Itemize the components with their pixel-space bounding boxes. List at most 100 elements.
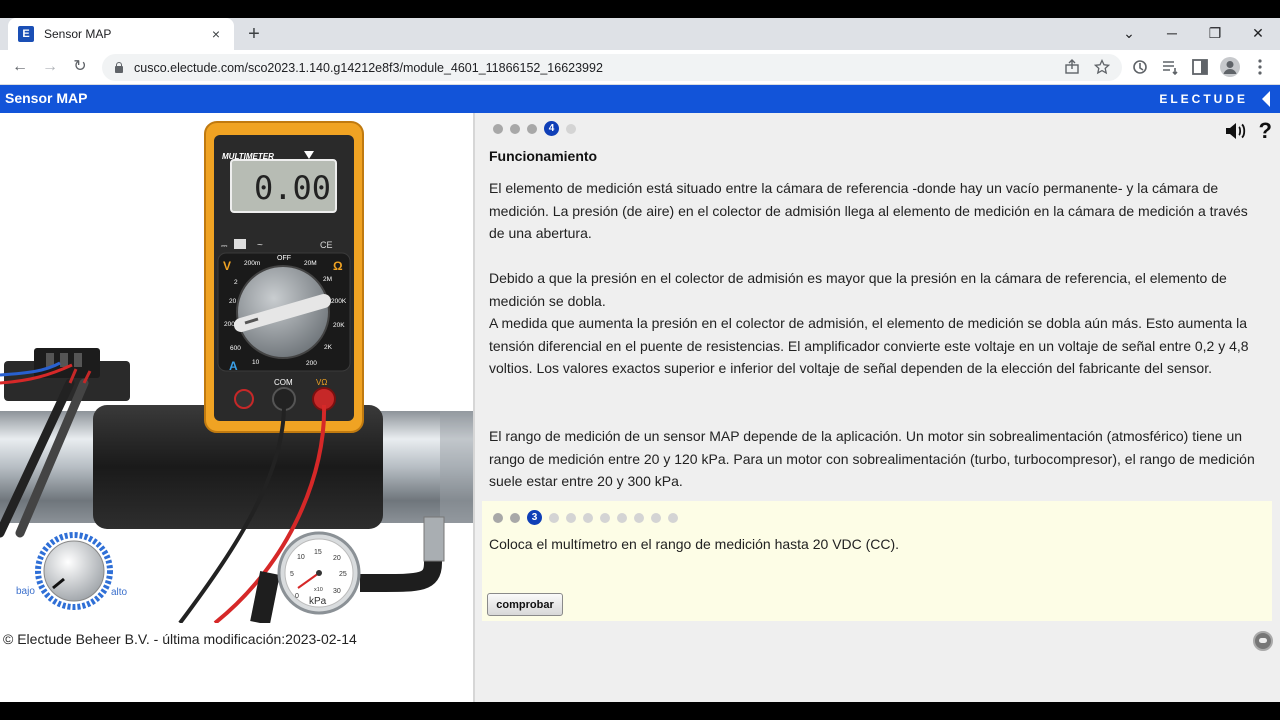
tab-search-chevron-down-icon[interactable]: ⌄ [1117,22,1141,44]
share-icon[interactable] [1064,59,1080,75]
svg-text:~: ~ [257,240,263,251]
volts-label: V [223,259,231,273]
letterbox-top [0,0,1280,18]
svg-text:0: 0 [295,593,299,600]
task-dot[interactable] [668,512,678,523]
task-dot[interactable] [493,512,503,523]
bookmark-star-icon[interactable] [1094,59,1110,75]
gauge-unit: kPa [309,596,327,607]
paragraph: A medida que aumenta la presión en el co… [489,315,1249,377]
svg-text:30: 30 [333,588,341,595]
electude-favicon-icon: E [18,26,34,42]
check-button[interactable]: comprobar [487,593,563,616]
ce-mark: CE [320,240,333,250]
help-icon[interactable]: ? [1259,118,1272,144]
feedback-chat-icon[interactable] [1253,631,1273,651]
simulation-panel: MULTIMETER 0.00 ⎓ ~ CE V Ω OFF 200m 20 2… [0,113,473,702]
progress-dot[interactable] [566,123,576,134]
progress-dot[interactable] [527,123,537,134]
svg-text:2: 2 [234,279,238,286]
svg-text:600: 600 [230,345,241,352]
browser-toolbar: ← → ↻ cusco.electude.com/sco2023.1.140.g… [0,50,1280,85]
tab-close-icon[interactable]: × [208,26,224,42]
minimize-button[interactable]: ─ [1160,22,1184,44]
forward-button[interactable]: → [39,56,61,78]
app-header: Sensor MAP ELECTUDE [0,85,1280,113]
progress-dot-current[interactable]: 4 [544,121,559,136]
gauge-hose [360,523,442,592]
task-dot[interactable] [549,512,559,523]
multimeter[interactable]: MULTIMETER 0.00 ⎓ ~ CE V Ω OFF 200m 20 2… [204,121,364,433]
back-button[interactable]: ← [9,56,31,78]
task-dot[interactable] [566,512,576,523]
task-progress-dots: 3 [493,510,678,525]
pipe-end [440,411,473,523]
knob-high-label: alto [111,587,128,598]
off-label: OFF [277,255,291,262]
svg-text:10: 10 [297,554,305,561]
page-progress-dots: 4 [493,121,576,136]
speaker-icon[interactable] [1224,121,1246,141]
svg-text:20: 20 [333,555,341,562]
task-dot[interactable] [617,512,627,523]
svg-text:20: 20 [229,298,237,305]
svg-text:⎓: ⎓ [221,241,228,250]
new-tab-button[interactable]: + [244,23,264,45]
svg-text:2M: 2M [323,276,332,283]
amp-jack[interactable] [234,389,254,409]
close-window-button[interactable]: ✕ [1246,22,1270,44]
app-title: Sensor MAP [5,90,88,106]
svg-text:25: 25 [339,571,347,578]
com-label: COM [274,378,293,387]
letterbox-bottom [0,702,1280,720]
svg-text:x10: x10 [314,587,323,593]
task-dot[interactable] [583,512,593,523]
task-dot[interactable] [651,512,661,523]
svg-text:5: 5 [290,571,294,578]
reload-button[interactable]: ↻ [69,56,91,78]
paragraph: El rango de medición de un sensor MAP de… [489,428,1255,490]
svg-text:15: 15 [314,549,322,556]
electude-logo: ELECTUDE [1159,92,1248,106]
svg-text:2K: 2K [324,344,333,351]
copyright-text: © Electude Beheer B.V. - última modifica… [3,631,357,647]
tab-title: Sensor MAP [44,27,112,41]
task-dot[interactable] [510,512,520,523]
svg-text:200K: 200K [331,298,347,305]
kebab-menu-icon[interactable] [1250,57,1270,77]
paragraph: Debido a que la presión en el colector d… [489,270,1227,309]
address-bar[interactable]: cusco.electude.com/sco2023.1.140.g14212e… [102,54,1122,81]
svg-text:200: 200 [224,321,235,328]
collapse-panel-arrow-icon[interactable] [1262,91,1270,107]
svg-text:20K: 20K [333,322,345,329]
svg-text:20M: 20M [304,260,317,267]
paragraph: El elemento de medición está situado ent… [489,180,1248,242]
task-dot[interactable] [600,512,610,523]
content-panel: 4 ? Funcionamiento El elemento de medici… [475,113,1280,702]
simulation-scene: MULTIMETER 0.00 ⎓ ~ CE V Ω OFF 200m 20 2… [0,121,473,623]
reading-list-icon[interactable] [1160,57,1180,77]
task-dot-current[interactable]: 3 [527,510,542,525]
pressure-gauge: 0 5 10 15 20 25 30 x10 kPa [277,531,361,615]
task-box: 3 Coloca el multímetro en el rango de me… [482,501,1272,621]
browser-tabstrip: E Sensor MAP × + ⌄ ─ ❐ ✕ [0,18,1280,50]
svg-text:10: 10 [252,359,260,366]
progress-dot[interactable] [510,123,520,134]
browser-tab-sensor-map[interactable]: E Sensor MAP × [8,18,234,50]
pressure-control-knob[interactable] [35,532,113,610]
progress-dot[interactable] [493,123,503,134]
task-instruction: Coloca el multímetro en el rango de medi… [489,536,900,552]
profile-avatar-icon[interactable] [1220,57,1240,77]
svg-text:200m: 200m [244,260,260,267]
lock-icon [114,62,124,73]
task-dot[interactable] [634,512,644,523]
restore-button[interactable]: ❐ [1203,22,1227,44]
vohm-label: VΩ [316,378,327,387]
extension-icon[interactable] [1130,57,1150,77]
svg-text:200: 200 [306,360,317,367]
url-text: cusco.electude.com/sco2023.1.140.g14212e… [134,60,603,75]
section-title: Funcionamiento [489,148,598,164]
amps-label: A [229,359,238,373]
ohms-label: Ω [333,259,343,273]
side-panel-icon[interactable] [1190,57,1210,77]
